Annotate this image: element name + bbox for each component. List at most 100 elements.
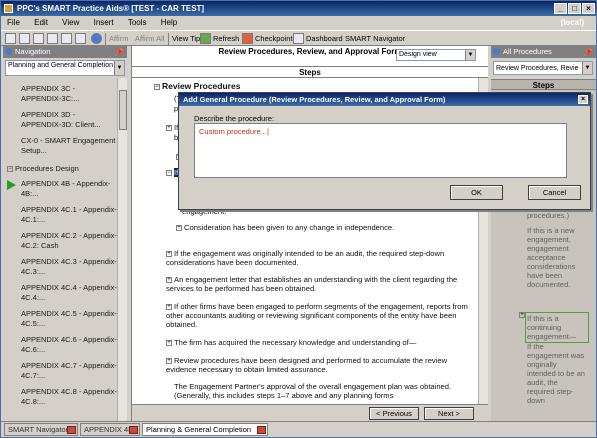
procedure-step[interactable]: + Consideration has been given to any cha… [176, 223, 466, 232]
menu-tools[interactable]: Tools [122, 16, 153, 30]
menu-help[interactable]: Help [155, 16, 183, 30]
checkpoint-button[interactable]: Checkpoint [255, 34, 293, 43]
scrollbar-thumb[interactable] [119, 90, 127, 130]
refresh-icon[interactable] [200, 33, 211, 44]
chevron-down-icon[interactable]: ▼ [582, 62, 592, 74]
procedure-step-text: Review procedures have been designed and… [166, 356, 448, 374]
minimize-button[interactable]: _ [554, 3, 567, 14]
collapse-icon[interactable]: − [154, 84, 160, 90]
navigation-scrollbar[interactable] [117, 78, 127, 421]
window-title: PPC's SMART Practice Aids® [TEST - CAR T… [17, 4, 205, 13]
step-fragment-selected[interactable]: − If [166, 168, 179, 177]
app-window: PPC's SMART Practice Aids® [TEST - CAR T… [0, 0, 597, 438]
procedures-dropdown[interactable]: Review Procedures, Revie ▼ [493, 61, 593, 75]
procedure-text: procedures.) [527, 211, 570, 220]
menu-insert[interactable]: Insert [88, 16, 120, 30]
nav-item[interactable]: APPENDIX 4C.7 - Appendix-4C.7:... [21, 361, 117, 381]
nav-item[interactable]: APPENDIX 4C.1 - Appendix-4C.1:... [21, 205, 117, 225]
pin-icon[interactable]: 📌 [114, 47, 124, 59]
checkpoint-icon[interactable] [242, 33, 253, 44]
expand-icon[interactable]: + [166, 340, 172, 346]
nav-item[interactable]: APPENDIX 3D - APPENDIX-3D: Client... [21, 110, 117, 130]
help-icon[interactable] [91, 33, 102, 44]
dialog-close-button[interactable]: × [578, 95, 588, 104]
view-tip-button[interactable]: View Tip [172, 34, 200, 43]
document-nav-bar: < Previous Next > [132, 404, 488, 421]
collapse-icon[interactable]: − [7, 166, 13, 172]
dashboard-icon[interactable] [293, 33, 304, 44]
app-icon [4, 4, 13, 13]
status-bar: SMART Navigator APPENDIX 4B Planning & G… [1, 421, 596, 437]
procedure-description-input[interactable]: Custom procedure...| [194, 123, 567, 178]
collapse-icon[interactable]: − [166, 170, 172, 176]
nav-item[interactable]: CX-0 - SMART Engagement Setup... [21, 136, 117, 156]
nav-item[interactable]: APPENDIX 4C.4 - Appendix-4C.4:... [21, 283, 117, 303]
cancel-button[interactable]: Cancel [528, 185, 581, 200]
procedure-step[interactable]: + If other firms have been engaged to per… [166, 302, 468, 329]
chevron-down-icon[interactable]: ▼ [114, 61, 124, 75]
close-icon[interactable] [257, 426, 266, 434]
close-icon[interactable] [67, 426, 76, 434]
current-item-arrow-icon [7, 180, 16, 190]
view-mode-dropdown[interactable]: Design view ▼ [396, 49, 476, 61]
menu-view[interactable]: View [56, 16, 85, 30]
affirm-all-button[interactable]: Affirm All [135, 34, 164, 43]
close-icon[interactable] [129, 426, 138, 434]
dashboard-button[interactable]: Dashboard [306, 34, 343, 43]
title-bar: PPC's SMART Practice Aids® [TEST - CAR T… [1, 1, 596, 16]
section-title: Review Procedures [162, 81, 241, 91]
expand-icon[interactable]: + [176, 225, 182, 231]
smart-navigator-button[interactable]: SMART Navigator [345, 34, 405, 43]
save-icon[interactable] [33, 33, 44, 44]
nav-item[interactable]: APPENDIX 3C - APPENDIX-3C:... [21, 84, 117, 104]
refresh-button[interactable]: Refresh [213, 34, 239, 43]
tab-planning-general-completion[interactable]: Planning & General Completion [142, 423, 268, 436]
toolbar-separator [105, 33, 106, 45]
ok-button[interactable]: OK [450, 185, 503, 200]
previous-button[interactable]: < Previous [369, 407, 419, 420]
open-folder-icon[interactable] [19, 33, 30, 44]
procedure-step[interactable]: + Review procedures have been designed an… [166, 356, 468, 374]
nav-item[interactable]: APPENDIX 4C.2 - Appendix-4C.2: Cash [21, 231, 117, 251]
print-icon[interactable] [75, 33, 86, 44]
menu-edit[interactable]: Edit [28, 16, 54, 30]
tab-smart-navigator[interactable]: SMART Navigator [4, 423, 78, 436]
menu-bar: File Edit View Insert Tools Help (local) [1, 16, 596, 30]
next-button[interactable]: Next > [424, 407, 474, 420]
copy-icon[interactable] [47, 33, 58, 44]
nav-item[interactable]: APPENDIX 4C.3 - Appendix-4C.3:... [21, 257, 117, 277]
navigation-dropdown[interactable]: Planning and General Completion ▼ [5, 60, 125, 76]
dialog-title-bar: Add General Procedure (Review Procedures… [179, 93, 590, 106]
procedure-step[interactable]: + If the engagement was originally intend… [166, 249, 468, 267]
expand-icon[interactable]: + [166, 277, 172, 283]
tab-appendix-4b[interactable]: APPENDIX 4B [80, 423, 140, 436]
server-label: (local) [560, 18, 584, 27]
nav-section-procedures-design[interactable]: − Procedures Design [7, 164, 103, 174]
maximize-button[interactable]: □ [568, 3, 581, 14]
chevron-down-icon[interactable]: ▼ [465, 50, 475, 60]
nav-item[interactable]: APPENDIX 4C.6 - Appendix-4C.6:... [21, 335, 117, 355]
nav-item[interactable]: APPENDIX 4C.8 - Appendix-4C.8:... [21, 387, 117, 407]
toolbar: Affirm Affirm All View Tip Refresh Check… [1, 30, 596, 46]
nav-item-current[interactable]: APPENDIX 4B - Appendix-4B:... [21, 179, 117, 199]
paste-icon[interactable] [61, 33, 72, 44]
pin-icon[interactable]: 📌 [583, 47, 593, 59]
view-mode-value: Design view [399, 51, 437, 58]
procedure-step[interactable]: + An engagement letter that establishes a… [166, 275, 468, 293]
expand-icon[interactable]: + [166, 251, 172, 257]
navigation-list: APPENDIX 3C - APPENDIX-3C:... APPENDIX 3… [3, 78, 117, 421]
affirm-button[interactable]: Affirm [109, 34, 128, 43]
procedure-text-selected[interactable]: If this is a continuing engagement— [525, 312, 589, 343]
procedure-step[interactable]: + The firm has acquired the necessary kno… [166, 338, 468, 347]
expand-icon[interactable]: + [166, 125, 172, 131]
new-icon[interactable] [5, 33, 16, 44]
close-button[interactable]: × [582, 3, 595, 14]
step-fragment[interactable]: + If [166, 123, 178, 132]
nav-item[interactable]: APPENDIX 4C.5 - Appendix-4C.5:... [21, 309, 117, 329]
expand-icon[interactable]: + [166, 358, 172, 364]
section-review-procedures[interactable]: − Review Procedures [154, 82, 240, 91]
menu-file[interactable]: File [1, 16, 26, 30]
procedure-step-text: An engagement letter that establishes an… [166, 275, 458, 293]
procedure-step-text: If the engagement was originally intende… [166, 249, 445, 267]
expand-icon[interactable]: + [166, 304, 172, 310]
